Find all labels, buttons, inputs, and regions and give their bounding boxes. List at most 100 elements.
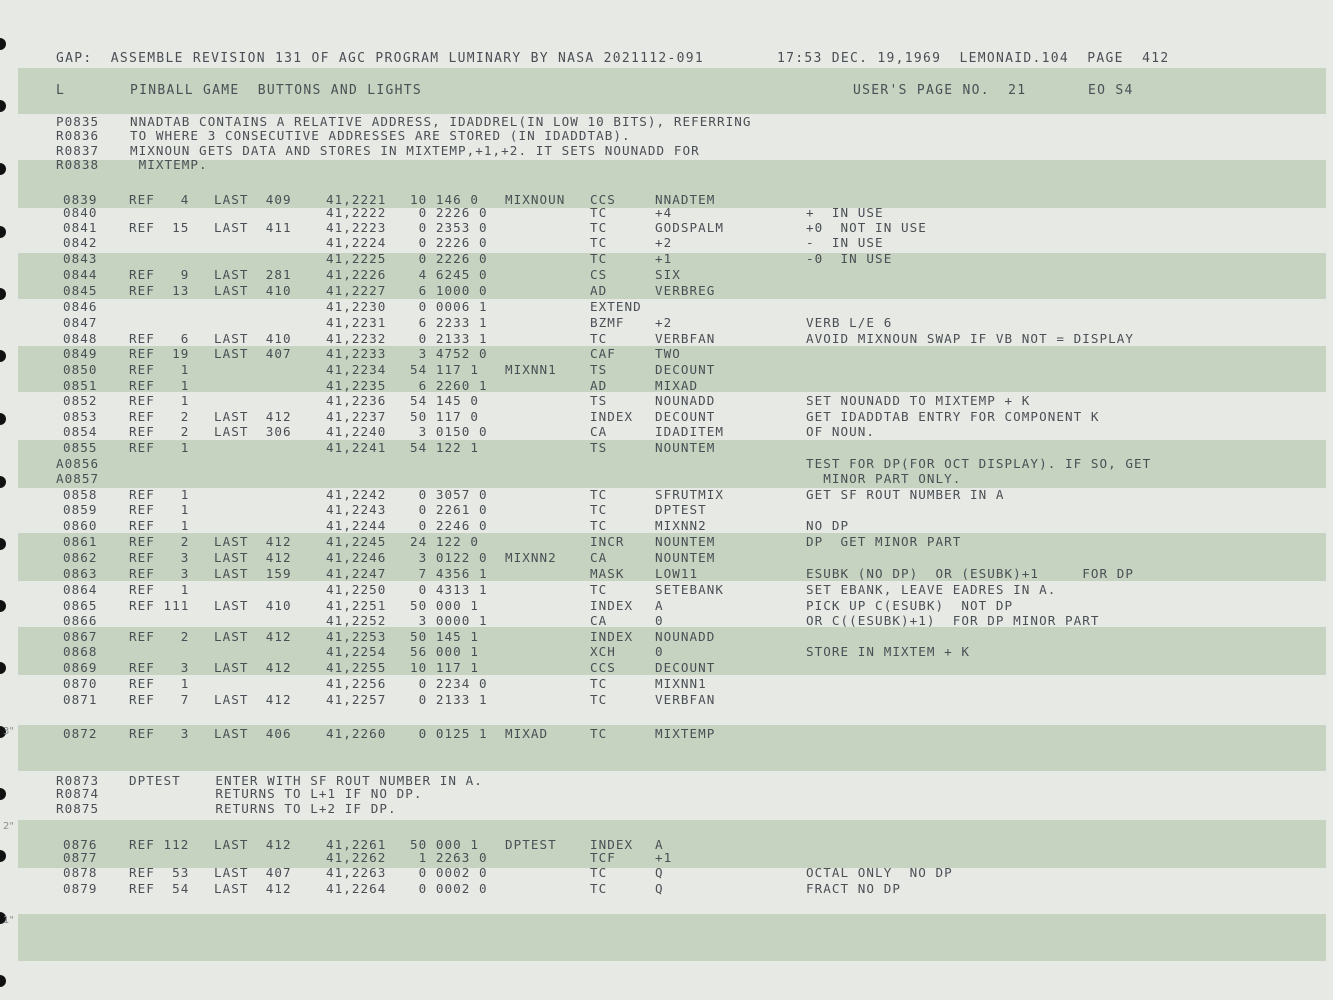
listing-addr: 41,2252 — [326, 613, 387, 628]
comment-text: MIXNOUN GETS DATA AND STORES IN MIXTEMP,… — [130, 143, 700, 158]
listing-ref: REF 13 — [129, 283, 190, 298]
listing-op: INDEX — [590, 409, 634, 424]
listing-operand: IDADITEM — [655, 424, 725, 439]
listing-last: LAST 159 — [214, 566, 292, 581]
line-number: R0836 — [56, 128, 100, 143]
listing-operand: +2 — [655, 235, 673, 250]
comment-text: MIXTEMP. — [130, 157, 208, 172]
listing-addr: 41,2231 — [326, 315, 387, 330]
listing-comment: DP GET MINOR PART — [806, 534, 962, 549]
line-number: R0837 — [56, 143, 100, 158]
comment-text: RETURNS TO L+1 IF NO DP. — [129, 786, 423, 801]
listing-last: LAST 412 — [214, 629, 292, 644]
listing-ref: REF 1 — [129, 378, 190, 393]
listing-addr: 41,2222 — [326, 205, 387, 220]
listing-operand: 0 — [655, 613, 664, 628]
listing-ref: REF 3 — [129, 566, 190, 581]
listing-ref: REF 3 — [129, 726, 190, 741]
tractor-hole — [0, 288, 6, 300]
listing-op: TC — [590, 518, 608, 533]
line-number: 0871 — [63, 692, 98, 707]
listing-addr: 41,2257 — [326, 692, 387, 707]
listing-word: 0 2353 0 — [410, 220, 488, 235]
line-number: 0843 — [63, 251, 98, 266]
listing-last: LAST 406 — [214, 726, 292, 741]
listing-addr: 41,2241 — [326, 440, 387, 455]
line-number: 0861 — [63, 534, 98, 549]
listing-addr: 41,2247 — [326, 566, 387, 581]
line-number: 0867 — [63, 629, 98, 644]
line-number: 0847 — [63, 315, 98, 330]
listing-comment: -0 IN USE — [806, 251, 893, 266]
listing-addr: 41,2264 — [326, 881, 387, 896]
listing-op: TS — [590, 440, 608, 455]
listing-ref: REF 54 — [129, 881, 190, 896]
tractor-hole — [0, 850, 6, 862]
listing-ref: REF 53 — [129, 865, 190, 880]
listing-operand: NOUNADD — [655, 393, 716, 408]
line-number: 0852 — [63, 393, 98, 408]
listing-op: AD — [590, 378, 608, 393]
listing-operand: MIXTEMP — [655, 726, 716, 741]
listing-addr: 41,2232 — [326, 331, 387, 346]
tractor-hole — [0, 163, 6, 175]
listing-word: 24 122 0 — [410, 534, 480, 549]
listing-operand: SETEBANK — [655, 582, 725, 597]
listing-addr: 41,2224 — [326, 235, 387, 250]
listing-ref: REF 4 — [129, 192, 190, 207]
listing-op: CA — [590, 613, 608, 628]
listing-operand: DECOUNT — [655, 660, 716, 675]
listing-word: 0 4313 1 — [410, 582, 488, 597]
line-number: 0864 — [63, 582, 98, 597]
listing-word: 0 2234 0 — [410, 676, 488, 691]
listing-word: 54 117 1 — [410, 362, 480, 377]
listing-ref: REF 1 — [129, 362, 190, 377]
listing-addr: 41,2223 — [326, 220, 387, 235]
listing-addr: 41,2227 — [326, 283, 387, 298]
line-number: 0855 — [63, 440, 98, 455]
listing-last: LAST 410 — [214, 598, 292, 613]
listing-op: XCH — [590, 644, 616, 659]
listing-addr: 41,2242 — [326, 487, 387, 502]
listing-word: 50 145 1 — [410, 629, 480, 644]
listing-comment: OCTAL ONLY NO DP — [806, 865, 953, 880]
listing-comment: +0 NOT IN USE — [806, 220, 927, 235]
comment-text: NNADTAB CONTAINS A RELATIVE ADDRESS, IDA… — [130, 114, 752, 129]
listing-label: DPTEST — [505, 837, 557, 852]
listing-last: LAST 410 — [214, 331, 292, 346]
listing-ref: REF 1 — [129, 502, 190, 517]
listing-ref: REF 2 — [129, 534, 190, 549]
listing-addr: 41,2251 — [326, 598, 387, 613]
listing-operand: SFRUTMIX — [655, 487, 725, 502]
listing-ref: REF 1 — [129, 582, 190, 597]
listing-operand: GODSPALM — [655, 220, 725, 235]
margin-mark: 2" — [3, 821, 14, 832]
listing-last: LAST 306 — [214, 424, 292, 439]
listing-addr: 41,2225 — [326, 251, 387, 266]
listing-last: LAST 281 — [214, 267, 292, 282]
line-number: 0840 — [63, 205, 98, 220]
tractor-hole — [0, 788, 6, 800]
listing-addr: 41,2240 — [326, 424, 387, 439]
listing-addr: 41,2263 — [326, 865, 387, 880]
listing-op: TC — [590, 502, 608, 517]
listing-op: TS — [590, 362, 608, 377]
greenbar-band — [18, 914, 1326, 961]
listing-word: 0 0002 0 — [410, 865, 488, 880]
listing-ref: REF 2 — [129, 629, 190, 644]
listing-addr: 41,2243 — [326, 502, 387, 517]
assembly-header: GAP: ASSEMBLE REVISION 131 OF AGC PROGRA… — [56, 51, 704, 66]
listing-word: 0 2261 0 — [410, 502, 488, 517]
listing-addr: 41,2244 — [326, 518, 387, 533]
printout-page: 3" 2" 1" GAP: ASSEMBLE REVISION 131 OF A… — [0, 0, 1333, 1000]
listing-label: MIXNN1 — [505, 362, 557, 377]
line-number: 0844 — [63, 267, 98, 282]
listing-last: LAST 411 — [214, 220, 292, 235]
listing-comment: AVOID MIXNOUN SWAP IF VB NOT = DISPLAY — [806, 331, 1135, 346]
listing-comment: + IN USE — [806, 205, 884, 220]
listing-operand: TWO — [655, 346, 681, 361]
listing-word: 7 4356 1 — [410, 566, 488, 581]
listing-ref: REF 2 — [129, 409, 190, 424]
listing-comment: ESUBK (NO DP) OR (ESUBK)+1 FOR DP — [806, 566, 1135, 581]
listing-operand: Q — [655, 881, 664, 896]
